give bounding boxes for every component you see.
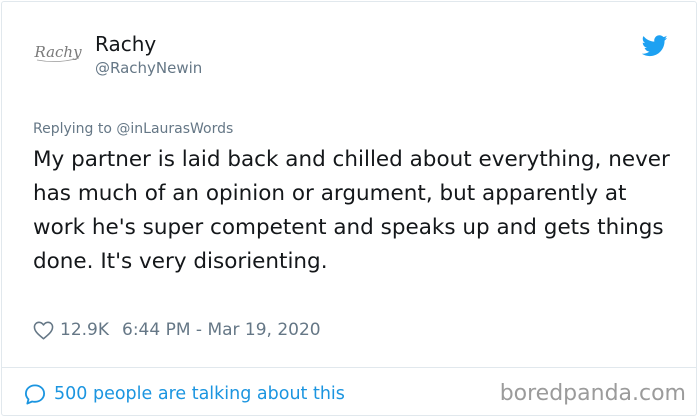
tweet-meta: 12.9K 6:44 PM - Mar 19, 2020 [33, 318, 321, 342]
tweet-text: My partner is laid back and chilled abou… [33, 147, 670, 274]
twitter-bird-icon[interactable] [642, 35, 668, 57]
speech-bubble-icon [24, 383, 46, 405]
author-handle[interactable]: @RachyNewin [95, 58, 202, 78]
tweet-timestamp[interactable]: 6:44 PM - Mar 19, 2020 [122, 320, 321, 340]
divider [1, 367, 697, 368]
avatar[interactable]: Rachy [32, 37, 84, 67]
heart-outline-icon[interactable] [33, 321, 54, 340]
conversation-link[interactable]: 500 people are talking about this [23, 381, 345, 407]
avatar-signature: Rachy [33, 43, 82, 61]
replying-to[interactable]: Replying to @inLaurasWords [33, 120, 233, 138]
like-count[interactable]: 12.9K [60, 320, 109, 340]
watermark: boredpanda.com [499, 381, 686, 406]
author-name[interactable]: Rachy [95, 32, 156, 56]
conversation-text[interactable]: 500 people are talking about this [54, 384, 345, 404]
